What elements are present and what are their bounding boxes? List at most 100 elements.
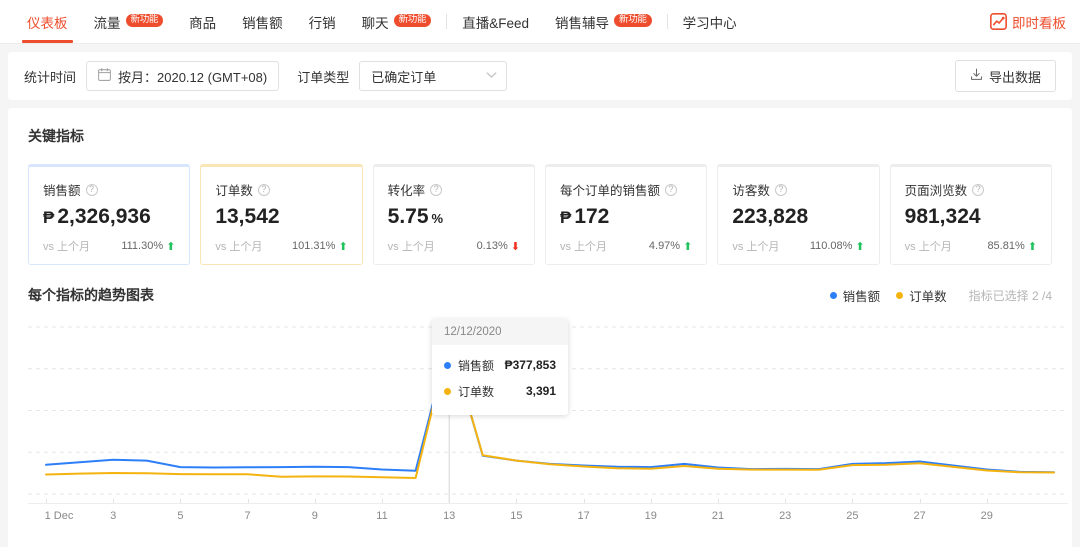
delta-value: 0.13% bbox=[477, 240, 508, 252]
x-axis-tick-label: 3 bbox=[110, 510, 116, 522]
help-icon[interactable]: ? bbox=[775, 184, 787, 196]
date-range-picker[interactable]: 按月：2020.12 (GMT+08) bbox=[86, 61, 279, 91]
comparison-label: vs 上个月 bbox=[732, 238, 779, 254]
metric-value-number: 13,542 bbox=[215, 205, 279, 229]
nav-item-8[interactable]: 学习中心 bbox=[670, 0, 750, 43]
x-axis-tick-label: 27 bbox=[913, 510, 925, 522]
metric-value-number: 172 bbox=[574, 205, 609, 229]
comparison-label: vs 上个月 bbox=[560, 238, 607, 254]
realtime-dashboard-label: 即时看板 bbox=[1012, 12, 1066, 32]
comparison-delta: 111.30%⬆ bbox=[121, 240, 175, 253]
arrow-up-icon: ⬆ bbox=[855, 240, 864, 253]
nav-item-label: 直播&Feed bbox=[462, 12, 529, 32]
trend-chart-header: 每个指标的趋势图表 销售额 订单数 指标已选择 2 /4 bbox=[28, 285, 1052, 305]
help-icon[interactable]: ? bbox=[258, 184, 270, 196]
metric-name: 销售额 bbox=[43, 180, 81, 199]
metric-comparison: vs 上个月 111.30%⬆ bbox=[43, 238, 175, 254]
nav-items: 仪表板流量新功能商品销售额行销聊天新功能直播&Feed销售辅导新功能学习中心 bbox=[0, 0, 750, 43]
comparison-delta: 101.31%⬆ bbox=[292, 240, 348, 253]
currency-symbol: ₱ bbox=[43, 208, 54, 228]
arrow-up-icon: ⬆ bbox=[166, 240, 175, 253]
nav-item-1[interactable]: 流量新功能 bbox=[81, 0, 177, 43]
arrow-up-icon: ⬆ bbox=[1028, 240, 1037, 253]
new-feature-badge: 新功能 bbox=[126, 14, 164, 28]
metric-name: 转化率 bbox=[388, 180, 426, 199]
nav-separator bbox=[667, 14, 668, 29]
realtime-dashboard-link[interactable]: 即时看板 bbox=[990, 0, 1080, 43]
legend-item-sales[interactable]: 销售额 bbox=[830, 286, 881, 305]
nav-item-3[interactable]: 销售额 bbox=[229, 0, 296, 43]
help-icon[interactable]: ? bbox=[972, 184, 984, 196]
export-data-button[interactable]: 导出数据 bbox=[955, 60, 1056, 92]
delta-value: 101.31% bbox=[292, 240, 335, 252]
metric-comparison: vs 上个月101.31%⬆ bbox=[215, 238, 347, 254]
help-icon[interactable]: ? bbox=[665, 184, 677, 196]
metric-card-0[interactable]: 销售额?₱2,326,936vs 上个月111.30%⬆ bbox=[28, 164, 190, 265]
nav-item-0[interactable]: 仪表板 bbox=[14, 0, 81, 43]
metric-card-1[interactable]: 订单数?13,542vs 上个月101.31%⬆ bbox=[200, 164, 362, 265]
legend-label-sales: 销售额 bbox=[843, 286, 881, 305]
nav-item-4[interactable]: 行销 bbox=[296, 0, 349, 43]
metric-value-number: 5.75 bbox=[388, 205, 429, 229]
date-range-value: 按月：2020.12 (GMT+08) bbox=[118, 67, 267, 86]
nav-item-6[interactable]: 直播&Feed bbox=[449, 0, 542, 43]
tooltip-series-name: 订单数 bbox=[458, 383, 494, 400]
help-icon[interactable]: ? bbox=[430, 184, 442, 196]
order-type-label: 订单类型 bbox=[297, 67, 349, 86]
nav-separator bbox=[446, 14, 447, 29]
metric-card-4[interactable]: 访客数?223,828vs 上个月110.08%⬆ bbox=[717, 164, 879, 265]
x-axis-tick-label: 21 bbox=[712, 510, 724, 522]
comparison-label: vs 上个月 bbox=[388, 238, 435, 254]
legend-item-orders[interactable]: 订单数 bbox=[896, 286, 947, 305]
x-axis-tick-label: 5 bbox=[177, 510, 183, 522]
legend-dot-sales bbox=[830, 292, 837, 299]
download-icon bbox=[970, 68, 983, 84]
tooltip-series-name: 销售额 bbox=[458, 357, 494, 374]
help-icon[interactable]: ? bbox=[86, 184, 98, 196]
time-filter-label: 统计时间 bbox=[24, 67, 76, 86]
trend-chart-plot[interactable]: 1 Dec357911131517192123252729 12/12/2020… bbox=[28, 319, 1052, 529]
metric-value-number: 223,828 bbox=[732, 205, 808, 229]
metric-selection-count: 指标已选择 2 /4 bbox=[969, 287, 1052, 304]
chevron-down-icon bbox=[486, 71, 497, 82]
x-axis-tick-label: 9 bbox=[312, 510, 318, 522]
dashboard-main-card: 关键指标 销售额?₱2,326,936vs 上个月111.30%⬆订单数?13,… bbox=[8, 108, 1072, 547]
nav-item-7[interactable]: 销售辅导新功能 bbox=[542, 0, 665, 43]
delta-value: 111.30% bbox=[121, 240, 163, 252]
tooltip-row-1: 订单数3,391 bbox=[444, 378, 556, 404]
metric-card-3[interactable]: 每个订单的销售额?₱172vs 上个月4.97%⬆ bbox=[545, 164, 707, 265]
trend-chart-title: 每个指标的趋势图表 bbox=[28, 285, 154, 305]
metric-comparison: vs 上个月85.81%⬆ bbox=[905, 238, 1037, 254]
x-axis-tick-label: 17 bbox=[577, 510, 589, 522]
nav-item-2[interactable]: 商品 bbox=[176, 0, 229, 43]
nav-item-label: 聊天 bbox=[362, 12, 389, 32]
comparison-label: vs 上个月 bbox=[43, 238, 90, 254]
order-type-select[interactable]: 已确定订单 bbox=[359, 61, 507, 91]
metric-card-2[interactable]: 转化率?5.75%vs 上个月0.13%⬇ bbox=[373, 164, 535, 265]
tooltip-rows: 销售额₱377,853订单数3,391 bbox=[432, 345, 568, 415]
metric-name: 页面浏览数 bbox=[905, 180, 968, 199]
top-navigation-bar: 仪表板流量新功能商品销售额行销聊天新功能直播&Feed销售辅导新功能学习中心 即… bbox=[0, 0, 1080, 44]
delta-value: 4.97% bbox=[649, 240, 680, 252]
comparison-delta: 4.97%⬆ bbox=[649, 240, 692, 253]
delta-value: 85.81% bbox=[987, 240, 1024, 252]
x-axis-tick-label: 25 bbox=[846, 510, 858, 522]
nav-item-5[interactable]: 聊天新功能 bbox=[349, 0, 445, 43]
metric-comparison: vs 上个月 4.97%⬆ bbox=[560, 238, 692, 254]
chart-tooltip: 12/12/2020 销售额₱377,853订单数3,391 bbox=[432, 319, 568, 415]
x-axis-tick-label: 13 bbox=[443, 510, 455, 522]
metric-card-5[interactable]: 页面浏览数?981,324vs 上个月85.81%⬆ bbox=[890, 164, 1052, 265]
metric-name: 访客数 bbox=[732, 180, 770, 199]
metric-value: 223,828 bbox=[732, 205, 864, 229]
metric-comparison: vs 上个月0.13%⬇ bbox=[388, 238, 520, 254]
nav-item-label: 学习中心 bbox=[683, 12, 737, 32]
nav-item-label: 销售额 bbox=[242, 12, 283, 32]
arrow-up-icon: ⬆ bbox=[683, 240, 692, 253]
x-axis-baseline bbox=[28, 503, 1068, 504]
metric-value: ₱172 bbox=[560, 205, 692, 229]
nav-item-label: 销售辅导 bbox=[555, 12, 609, 32]
metric-value: 5.75% bbox=[388, 205, 520, 229]
metric-card-header: 页面浏览数? bbox=[905, 180, 1037, 199]
x-axis-tick-label: 15 bbox=[510, 510, 522, 522]
chart-trend-icon bbox=[990, 13, 1007, 30]
